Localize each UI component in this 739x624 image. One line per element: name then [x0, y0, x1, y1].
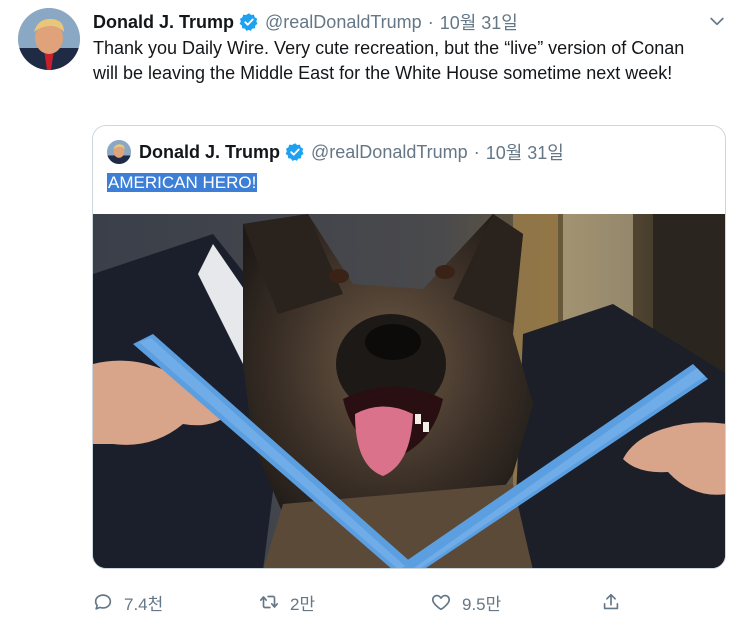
share-button[interactable] — [600, 588, 632, 616]
quoted-tweet[interactable]: Donald J. Trump @realDonaldTrump · 10월 3… — [92, 125, 726, 569]
retweet-count: 2만 — [290, 594, 316, 614]
like-icon — [431, 594, 451, 611]
quoted-tweet-media[interactable] — [93, 214, 725, 568]
quoted-author-avatar — [107, 140, 131, 164]
separator-dot: · — [473, 141, 480, 162]
share-icon — [603, 593, 619, 610]
tweet-header: Donald J. Trump @realDonaldTrump · 10월 3… — [93, 9, 518, 35]
verified-badge-icon — [239, 13, 258, 31]
tweet-actions: 7.4천 2만 9.5만 — [92, 588, 632, 616]
reply-icon — [94, 594, 112, 610]
verified-badge-icon — [285, 143, 304, 161]
tweet-card[interactable]: Donald J. Trump @realDonaldTrump · 10월 3… — [0, 0, 739, 624]
chevron-down-icon[interactable] — [707, 11, 727, 31]
reply-button[interactable]: 7.4천 — [92, 588, 163, 616]
author-handle[interactable]: @realDonaldTrump — [265, 12, 422, 33]
like-button[interactable]: 9.5만 — [430, 588, 501, 616]
retweet-button[interactable]: 2만 — [258, 588, 315, 616]
quoted-tweet-text: AMERICAN HERO! — [107, 171, 258, 195]
tweet-text: Thank you Daily Wire. Very cute recreati… — [93, 38, 685, 83]
quoted-tweet-date: 10월 31일 — [485, 143, 564, 163]
quoted-author-handle: @realDonaldTrump — [311, 141, 468, 162]
separator-dot: · — [427, 11, 434, 32]
author-avatar[interactable] — [18, 8, 80, 70]
reply-count: 7.4천 — [124, 594, 164, 614]
quoted-author-name: Donald J. Trump — [139, 141, 281, 162]
selected-text: AMERICAN HERO! — [107, 173, 258, 192]
quoted-tweet-header: Donald J. Trump @realDonaldTrump · 10월 3… — [107, 139, 564, 165]
author-name[interactable]: Donald J. Trump — [93, 12, 234, 33]
retweet-icon — [259, 595, 279, 609]
like-count: 9.5만 — [462, 594, 502, 614]
tweet-date[interactable]: 10월 31일 — [440, 9, 518, 35]
